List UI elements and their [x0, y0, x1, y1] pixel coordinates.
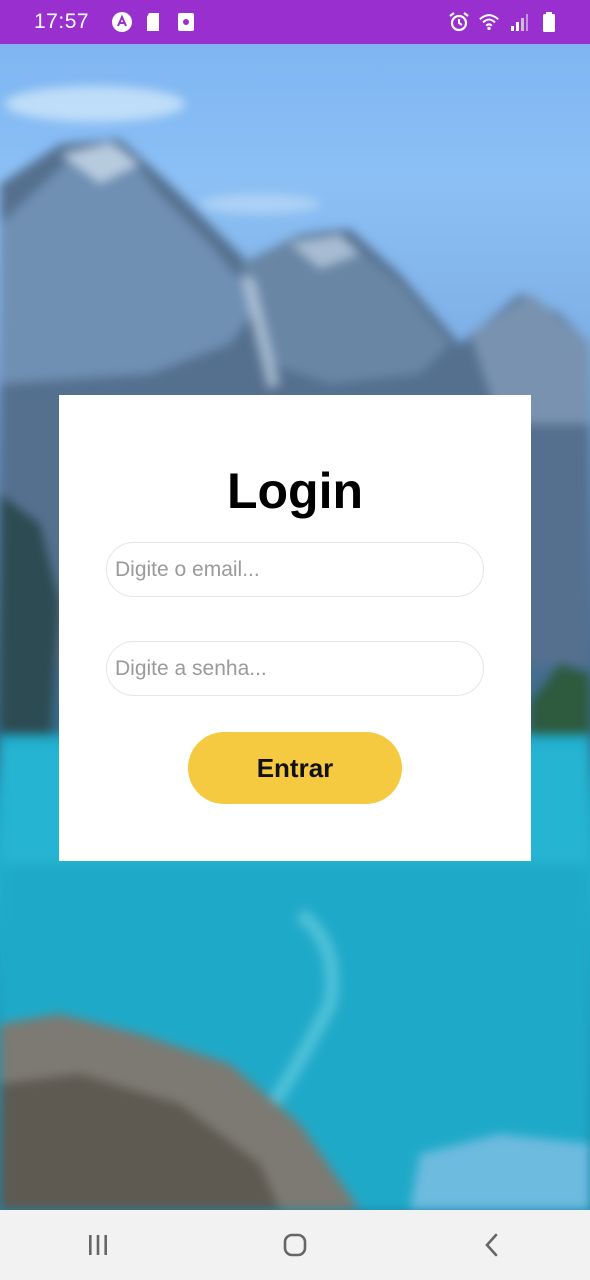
submit-button[interactable]: Entrar	[188, 732, 402, 804]
alarm-icon	[448, 11, 470, 33]
email-input[interactable]	[106, 542, 484, 597]
navigation-bar	[0, 1210, 590, 1280]
a-app-icon	[111, 11, 133, 33]
screenshot-icon	[175, 11, 197, 33]
wifi-icon	[478, 11, 500, 33]
signal-icon	[508, 11, 530, 33]
password-input[interactable]	[106, 641, 484, 696]
back-icon[interactable]	[462, 1215, 522, 1275]
battery-icon	[538, 11, 560, 33]
home-icon[interactable]	[265, 1215, 325, 1275]
status-bar: 17:57	[0, 0, 590, 44]
login-title: Login	[226, 463, 364, 519]
sd-card-icon	[143, 11, 165, 33]
recent-apps-icon[interactable]	[68, 1215, 128, 1275]
status-time: 17:57	[34, 10, 90, 33]
